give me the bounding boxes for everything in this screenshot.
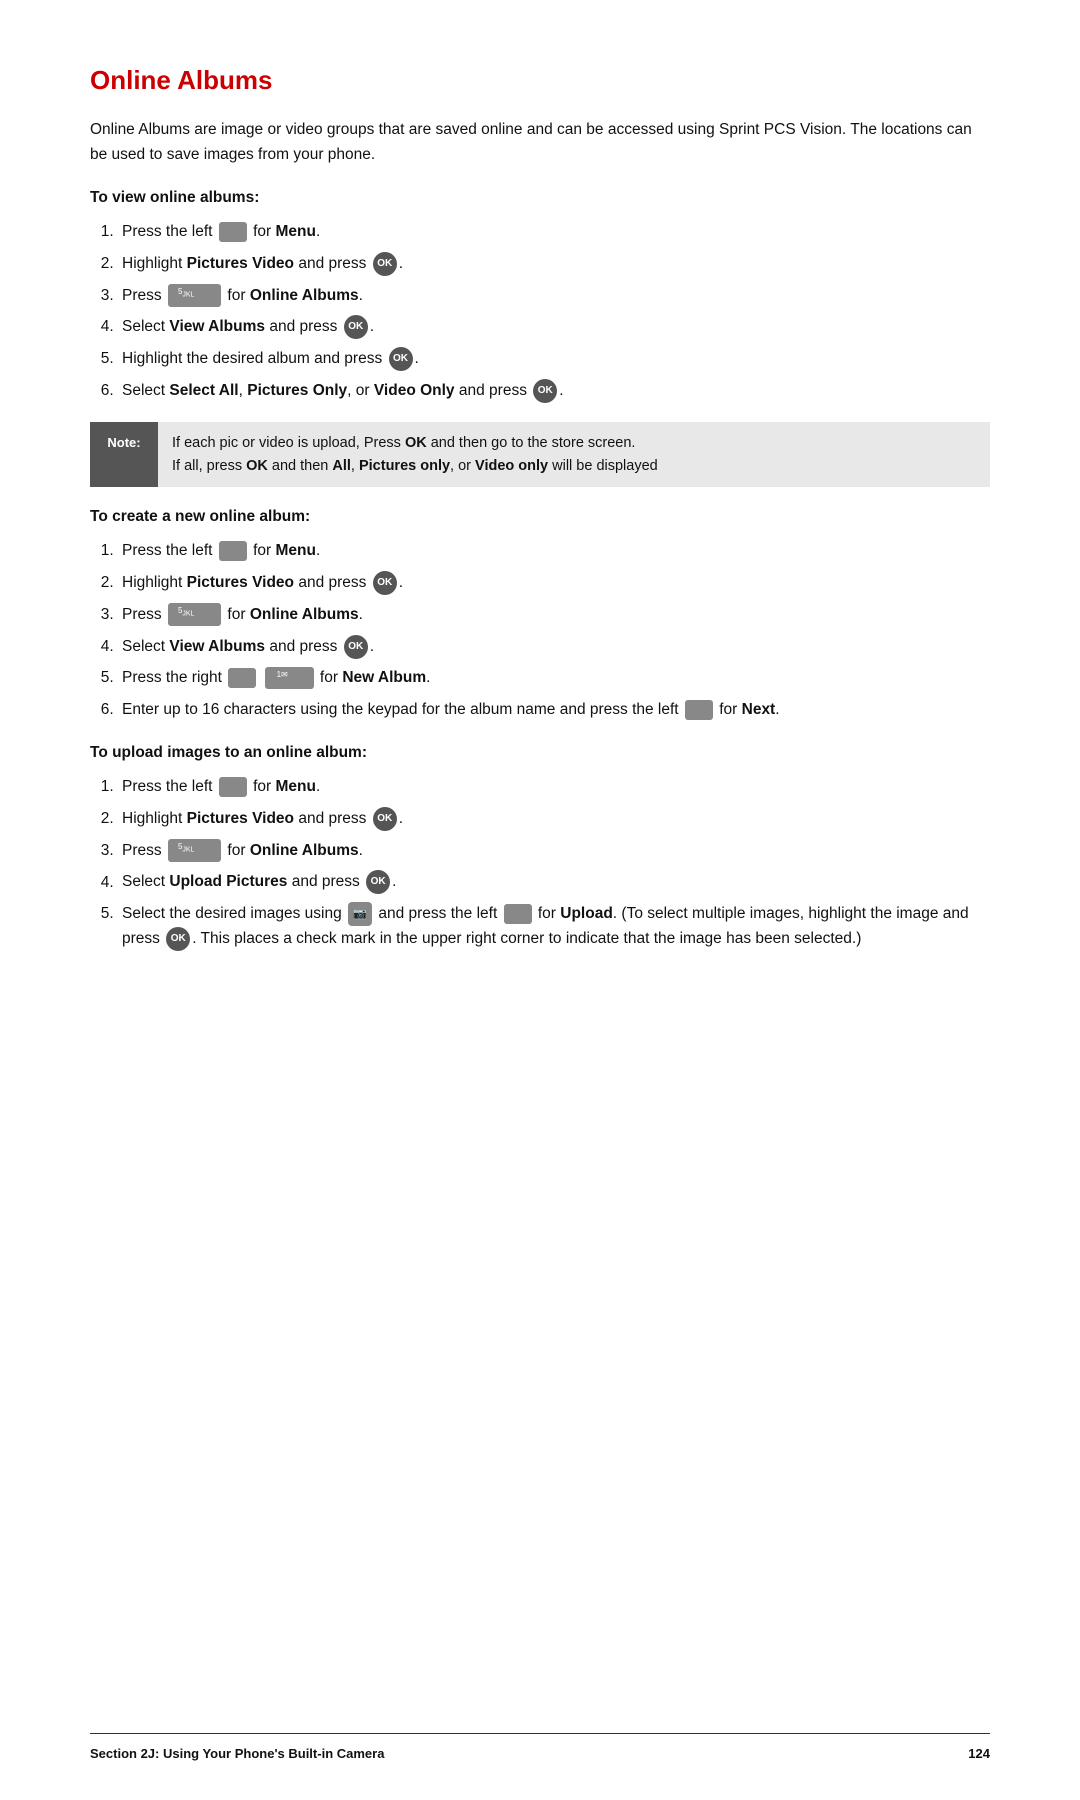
ok-button-c4: OK xyxy=(344,635,368,659)
view-step-2: Highlight Pictures Video and press OK. xyxy=(118,252,990,277)
view-steps-list: Press the left for Menu. Highlight Pictu… xyxy=(118,220,990,404)
camera-icon: 📷 xyxy=(348,902,372,926)
note-box: Note: If each pic or video is upload, Pr… xyxy=(90,422,990,487)
softkey-left-u5 xyxy=(504,904,532,924)
online-albums-label: Online Albums xyxy=(250,287,359,304)
softkey-left-c6 xyxy=(685,700,713,720)
ok-button-2: OK xyxy=(344,315,368,339)
upload-step-3: Press 5JKL for Online Albums. xyxy=(118,839,990,864)
section-heading-upload: To upload images to an online album: xyxy=(90,741,990,765)
view-albums-label-c: View Albums xyxy=(169,638,265,655)
ok-button-u5: OK xyxy=(166,927,190,951)
ok-button-4: OK xyxy=(533,379,557,403)
ok-button-c2: OK xyxy=(373,571,397,595)
create-step-2: Highlight Pictures Video and press OK. xyxy=(118,571,990,596)
softkey-left xyxy=(219,222,247,242)
softkey-left-c1 xyxy=(219,541,247,561)
menu-label-c: Menu xyxy=(275,542,315,559)
ok-button: OK xyxy=(373,252,397,276)
pictures-video-label-u: Pictures Video xyxy=(187,810,294,827)
page-footer: Section 2J: Using Your Phone's Built-in … xyxy=(90,1733,990,1764)
section-heading-create: To create a new online album: xyxy=(90,505,990,529)
new-album-label: New Album xyxy=(342,669,426,686)
create-step-5: Press the right 1✉ for New Album. xyxy=(118,666,990,691)
create-steps-list: Press the left for Menu. Highlight Pictu… xyxy=(118,539,990,723)
online-albums-label-c: Online Albums xyxy=(250,606,359,623)
softkey-left-u1 xyxy=(219,777,247,797)
online-albums-label-u: Online Albums xyxy=(250,842,359,859)
create-step-3: Press 5JKL for Online Albums. xyxy=(118,603,990,628)
pictures-video-label: Pictures Video xyxy=(187,255,294,272)
create-step-4: Select View Albums and press OK. xyxy=(118,635,990,660)
section-heading-view: To view online albums: xyxy=(90,186,990,210)
pictures-only-label: Pictures Only xyxy=(247,382,347,399)
ok-button-u2: OK xyxy=(373,807,397,831)
view-albums-label: View Albums xyxy=(169,318,265,335)
video-only-label: Video Only xyxy=(374,382,455,399)
note-label: Note: xyxy=(90,422,158,487)
softkey-5jkl-c: 5JKL xyxy=(168,603,221,625)
menu-label: Menu xyxy=(275,223,315,240)
view-step-5: Highlight the desired album and press OK… xyxy=(118,347,990,372)
ok-button-3: OK xyxy=(389,347,413,371)
menu-label-u: Menu xyxy=(275,778,315,795)
softkey-right-small xyxy=(228,668,256,688)
intro-paragraph: Online Albums are image or video groups … xyxy=(90,118,990,168)
view-step-6: Select Select All, Pictures Only, or Vid… xyxy=(118,379,990,404)
upload-pictures-label: Upload Pictures xyxy=(169,874,287,891)
softkey-1msg: 1✉ xyxy=(265,667,314,689)
softkey-5jkl-u: 5JKL xyxy=(168,839,221,861)
note-content: If each pic or video is upload, Press OK… xyxy=(158,422,672,487)
ok-button-u4: OK xyxy=(366,870,390,894)
upload-label: Upload xyxy=(560,905,613,922)
view-step-1: Press the left for Menu. xyxy=(118,220,990,245)
upload-step-1: Press the left for Menu. xyxy=(118,775,990,800)
upload-step-5: Select the desired images using 📷 and pr… xyxy=(118,902,990,952)
pictures-video-label-c: Pictures Video xyxy=(187,574,294,591)
page-title: Online Albums xyxy=(90,60,990,100)
create-step-1: Press the left for Menu. xyxy=(118,539,990,564)
upload-steps-list: Press the left for Menu. Highlight Pictu… xyxy=(118,775,990,952)
upload-step-4: Select Upload Pictures and press OK. xyxy=(118,870,990,895)
select-all-label: Select All xyxy=(169,382,238,399)
footer-page-number: 124 xyxy=(968,1744,990,1764)
footer-left-text: Section 2J: Using Your Phone's Built-in … xyxy=(90,1744,384,1764)
softkey-5jkl: 5JKL xyxy=(168,284,221,306)
next-label: Next xyxy=(742,701,776,718)
create-step-6: Enter up to 16 characters using the keyp… xyxy=(118,698,990,723)
upload-step-2: Highlight Pictures Video and press OK. xyxy=(118,807,990,832)
view-step-3: Press 5JKL for Online Albums. xyxy=(118,284,990,309)
view-step-4: Select View Albums and press OK. xyxy=(118,315,990,340)
